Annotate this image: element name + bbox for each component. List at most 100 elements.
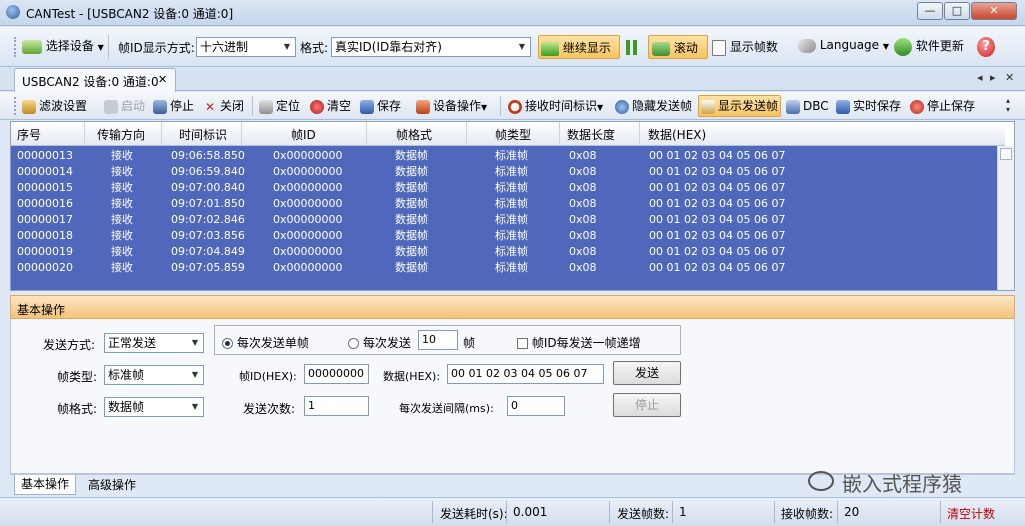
tab-strip-close-icon[interactable]: ✕	[1005, 71, 1014, 84]
help-button[interactable]: ?	[975, 36, 997, 58]
frame-type-select[interactable]: 标准帧 ▼	[104, 365, 204, 385]
stop-save-button[interactable]: 停止保存	[910, 97, 975, 115]
frame-format-select[interactable]: 数据帧 ▼	[104, 397, 204, 417]
column-header-frame-type[interactable]: 帧类型	[495, 126, 531, 143]
toolbox-icon	[416, 99, 430, 114]
software-update-label: 软件更新	[915, 39, 964, 53]
tab-usbcan2-channel[interactable]: USBCAN2 设备:0 通道:0 ✕	[14, 68, 176, 92]
language-button[interactable]: Language ▼	[798, 38, 889, 53]
filter-settings-button[interactable]: 滤波设置	[22, 97, 87, 115]
column-header-data-length[interactable]: 数据长度	[567, 126, 615, 143]
tab-prev-icon[interactable]: ◂	[977, 71, 983, 84]
cell-frame-id: 0x00000000	[273, 261, 343, 274]
device-ops-button[interactable]: 设备操作▼	[416, 97, 487, 115]
title-bar: CANTest - [USBCAN2 设备:0 通道:0] — □ ✕	[0, 0, 1025, 26]
maximize-button[interactable]: □	[944, 2, 970, 20]
cell-frame-id: 0x00000000	[273, 229, 343, 242]
clear-button[interactable]: 清空	[310, 97, 351, 115]
frame-id-input[interactable]: 00000000	[304, 364, 369, 384]
minimize-button[interactable]: —	[917, 2, 943, 20]
dbc-button[interactable]: DBC	[786, 97, 829, 115]
locate-button[interactable]: 定位	[259, 97, 300, 115]
format-label: 格式:	[300, 41, 329, 55]
hide-sent-frames-button[interactable]: 隐藏发送帧	[615, 97, 692, 115]
clear-label: 清空	[327, 99, 352, 113]
cell-index: 00000020	[17, 261, 73, 274]
table-row[interactable]: 00000018 接收 09:07:03.856 0x00000000 数据帧 标准帧 0x…	[11, 228, 997, 244]
tab-label: USBCAN2 设备:0 通道:0	[22, 75, 159, 89]
send-button[interactable]: 发送	[613, 361, 681, 385]
save-button[interactable]: 保存	[360, 97, 401, 115]
show-frames-button[interactable]: 显示帧数	[712, 38, 778, 56]
interval-input[interactable]: 0	[507, 396, 565, 416]
close-button[interactable]: ✕	[971, 2, 1017, 20]
cell-frame-format: 数据帧	[395, 149, 428, 162]
cell-data-hex: 00 01 02 03 04 05 06 07	[649, 165, 786, 178]
tab-close-icon[interactable]: ✕	[158, 73, 167, 86]
table-row[interactable]: 00000015 接收 09:07:00.840 0x00000000 数据帧 标准帧 0x…	[11, 180, 997, 196]
panel-header: 基本操作	[10, 295, 1015, 319]
scroll-icon	[652, 41, 670, 56]
realtime-save-button[interactable]: 实时保存	[836, 97, 901, 115]
rx-time-mark-button[interactable]: 接收时间标识▼	[508, 97, 603, 115]
toolbar-grip	[14, 37, 17, 57]
radio-multi-frame[interactable]: 每次发送	[348, 334, 411, 351]
hide-sent-frames-label: 隐藏发送帧	[632, 99, 693, 113]
table-row[interactable]: 00000017 接收 09:07:02.846 0x00000000 数据帧 标准帧 0x…	[11, 212, 997, 228]
start-button[interactable]: 启动	[104, 97, 145, 115]
data-hex-input[interactable]: 00 01 02 03 04 05 06 07	[447, 364, 604, 384]
table-row[interactable]: 00000013 接收 09:06:58.850 0x00000000 数据帧 标准帧 0x…	[11, 148, 997, 164]
tab-advanced-operations[interactable]: 高级操作	[82, 477, 142, 495]
document-icon	[712, 39, 726, 56]
radio-single-label: 每次发送单帧	[236, 336, 309, 350]
cell-direction: 接收	[111, 149, 133, 162]
table-row[interactable]: 00000016 接收 09:07:01.850 0x00000000 数据帧 标准帧 0x…	[11, 196, 997, 212]
scroll-button[interactable]: 滚动	[648, 35, 708, 59]
software-update-button[interactable]: 软件更新	[894, 37, 964, 56]
grid-vertical-scrollbar[interactable]	[997, 146, 1014, 290]
clear-icon	[310, 99, 324, 114]
table-row[interactable]: 00000019 接收 09:07:04.849 0x00000000 数据帧 标准帧 0x…	[11, 244, 997, 260]
radio-single-frame[interactable]: 每次发送单帧	[222, 334, 309, 351]
cell-direction: 接收	[111, 261, 133, 274]
format-select[interactable]: 真实ID(ID靠右对齐) ▼	[331, 37, 531, 57]
frame-id-label: 帧ID(HEX):	[239, 370, 297, 383]
cell-time: 09:06:58.850	[171, 149, 245, 162]
continue-display-button[interactable]: 继续显示	[538, 35, 620, 59]
close-device-button[interactable]: ✕ 关闭	[203, 97, 244, 115]
column-header-index[interactable]: 序号	[17, 126, 41, 143]
multi-frame-count-input[interactable]: 10	[418, 330, 458, 350]
update-arrow-icon	[894, 37, 912, 56]
clock-icon	[508, 99, 522, 114]
cantest-window: CANTest - [USBCAN2 设备:0 通道:0] — □ ✕ 选择设备…	[0, 0, 1025, 526]
select-device-button[interactable]: 选择设备 ▼	[22, 37, 104, 54]
tab-next-icon[interactable]: ▸	[990, 71, 996, 84]
tab-basic-operations[interactable]: 基本操作	[14, 475, 76, 495]
pause-button[interactable]	[624, 40, 640, 56]
send-count-input[interactable]: 1	[304, 396, 369, 416]
table-row[interactable]: 00000020 接收 09:07:05.859 0x00000000 数据帧 标准帧 0x…	[11, 260, 997, 276]
table-row[interactable]: 00000014 接收 09:06:59.840 0x00000000 数据帧 标准帧 0x…	[11, 164, 997, 180]
column-header-data-hex[interactable]: 数据(HEX)	[648, 126, 706, 143]
send-mode-select[interactable]: 正常发送 ▼	[104, 333, 204, 353]
cell-data-length: 0x08	[569, 197, 597, 210]
send-time-label: 发送耗时(s):	[440, 507, 508, 521]
stop-button[interactable]: 停止	[153, 97, 194, 115]
clear-count-button[interactable]: 清空计数	[947, 505, 995, 522]
column-header-frame-id[interactable]: 帧ID	[291, 126, 316, 143]
show-sent-frames-button[interactable]: 显示发送帧	[698, 95, 782, 117]
continue-display-label: 继续显示	[562, 41, 611, 55]
column-header-direction[interactable]: 传输方向	[97, 126, 145, 143]
column-header-frame-format[interactable]: 帧格式	[396, 126, 432, 143]
chevron-down-icon: ▼	[597, 103, 604, 112]
scroll-thumb[interactable]	[1000, 148, 1012, 160]
increment-id-checkbox[interactable]: 帧ID每发送一帧递增	[517, 334, 641, 351]
toolbar-overflow-icon[interactable]: ▴ ▾	[1006, 96, 1010, 114]
cell-index: 00000016	[17, 197, 73, 210]
stop-send-button[interactable]: 停止	[613, 393, 681, 417]
dbc-label: DBC	[803, 99, 829, 113]
column-header-time[interactable]: 时间标识	[179, 126, 227, 143]
pause-icon	[626, 40, 630, 55]
frame-id-format-select[interactable]: 十六进制 ▼	[196, 37, 296, 57]
panel-title: 基本操作	[17, 303, 66, 317]
